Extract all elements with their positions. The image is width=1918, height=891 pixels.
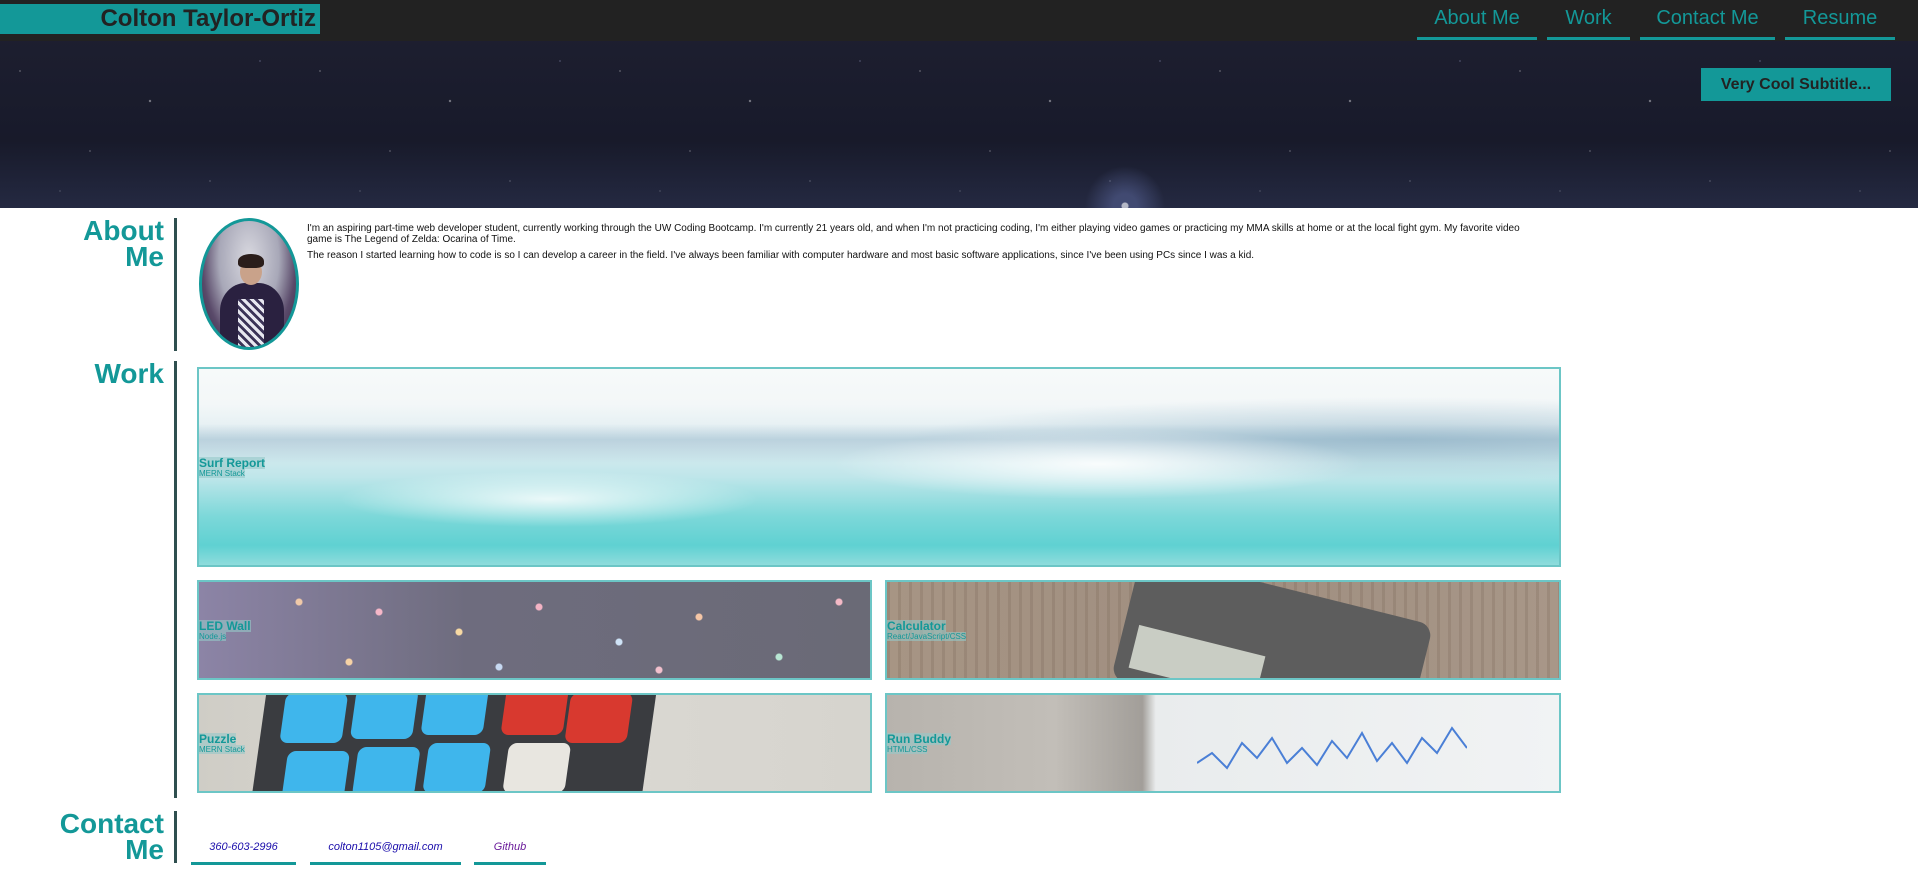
nav-link-about-me[interactable]: About Me — [1417, 0, 1537, 40]
about-section-title: About Me — [83, 215, 164, 272]
contact-section-divider — [174, 811, 177, 863]
hero-starfield-banner — [0, 41, 1918, 208]
nav-link-work[interactable]: Work — [1547, 0, 1630, 40]
project-tech: MERN Stack — [199, 744, 245, 754]
nav-link-contact-me[interactable]: Contact Me — [1640, 0, 1775, 40]
contact-email-link[interactable]: colton1105@gmail.com — [310, 836, 461, 865]
project-tech: MERN Stack — [199, 468, 245, 478]
contact-section-title: Contact Me — [59, 808, 164, 865]
hero-subtitle-badge: Very Cool Subtitle... — [1701, 68, 1891, 101]
project-name: Surf Report — [199, 455, 265, 470]
about-text: I'm an aspiring part-time web developer … — [307, 223, 1537, 266]
rubiks-cube-image — [250, 695, 658, 791]
project-card-puzzle[interactable]: Puzzle MERN Stack — [197, 693, 872, 793]
project-card-calculator[interactable]: Calculator React/JavaScript/CSS — [885, 580, 1561, 680]
project-name: Run Buddy — [887, 731, 951, 746]
about-section-divider — [174, 218, 177, 351]
nav-link-resume[interactable]: Resume — [1785, 0, 1895, 40]
project-name: Calculator — [887, 618, 946, 633]
project-name: Puzzle — [199, 731, 237, 746]
project-name: LED Wall — [199, 618, 251, 633]
top-navbar: Colton Taylor-Ortiz About Me Work Contac… — [0, 0, 1918, 41]
project-tech: Node.js — [199, 631, 227, 641]
profile-avatar — [199, 218, 299, 350]
contact-github-link[interactable]: Github — [474, 836, 546, 865]
project-card-surf-report[interactable]: Surf Report MERN Stack — [197, 367, 1561, 567]
project-tech: React/JavaScript/CSS — [887, 631, 967, 641]
project-card-run-buddy[interactable]: Run Buddy HTML/CSS — [885, 693, 1561, 793]
project-tech: HTML/CSS — [887, 744, 928, 754]
site-brand-name: Colton Taylor-Ortiz — [0, 4, 320, 34]
about-paragraph-2: The reason I started learning how to cod… — [307, 250, 1255, 261]
line-graph-image — [1197, 726, 1467, 770]
project-card-led-wall[interactable]: LED Wall Node.js — [197, 580, 872, 680]
work-section-title: Work — [94, 358, 165, 389]
work-section-divider — [174, 361, 177, 798]
about-paragraph-1: I'm an aspiring part-time web developer … — [307, 223, 1520, 245]
contact-phone-link[interactable]: 360-603-2996 — [191, 836, 296, 865]
